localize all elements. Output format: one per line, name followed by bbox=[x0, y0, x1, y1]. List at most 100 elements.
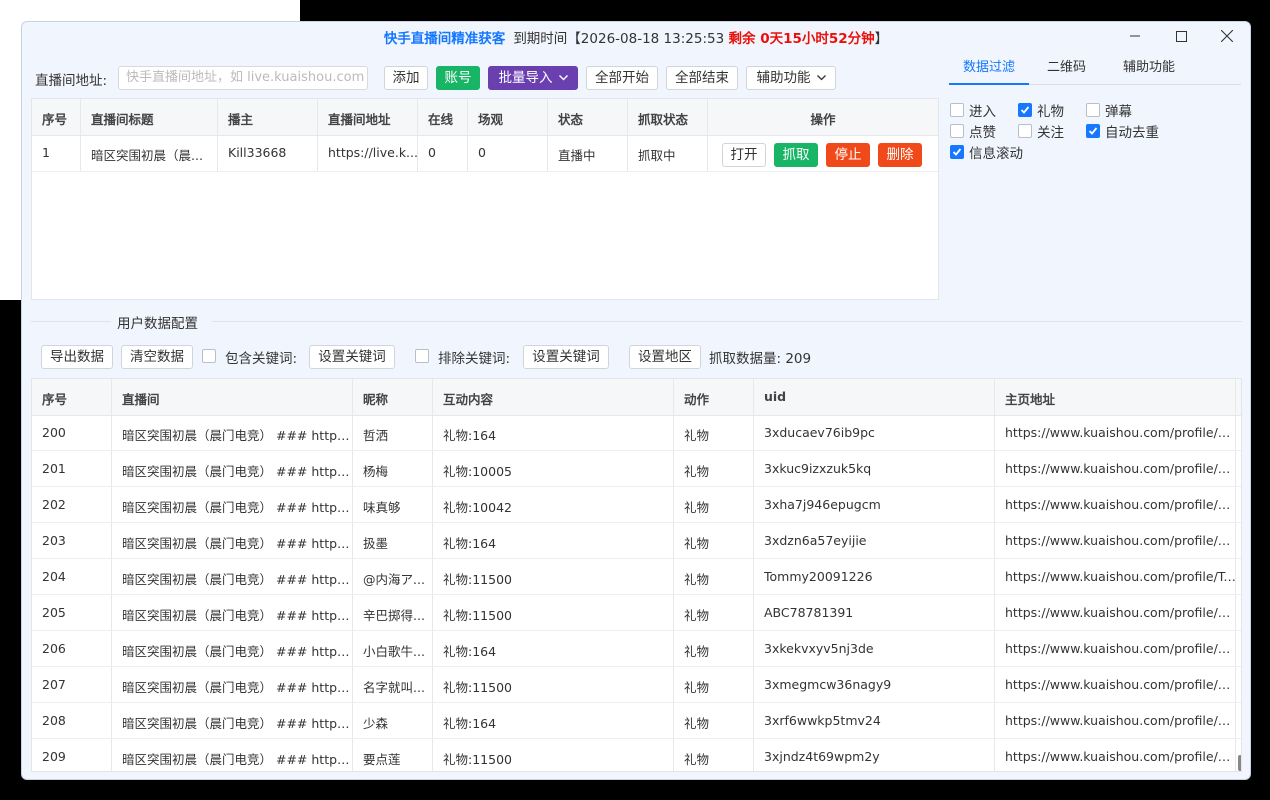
stop-button[interactable]: 停止 bbox=[826, 143, 870, 167]
rooms-table: 序号 直播间标题 播主 直播间地址 在线 场观 状态 抓取状态 操作 1 暗区突… bbox=[31, 98, 939, 300]
row-content: 礼物:10042 bbox=[443, 500, 512, 515]
app-window: 快手直播间精准获客 到期时间【2026-08-18 13:25:53 剩余 0天1… bbox=[21, 21, 1251, 780]
row-content: 礼物:164 bbox=[443, 428, 497, 443]
title-bar[interactable]: 快手直播间精准获客 到期时间【2026-08-18 13:25:53 剩余 0天1… bbox=[22, 22, 1250, 50]
filter-dedup-label: 自动去重 bbox=[1105, 125, 1159, 141]
rooms-col-host: 播主 bbox=[228, 112, 254, 127]
add-button[interactable]: 添加 bbox=[384, 66, 428, 90]
row-divider bbox=[32, 630, 1241, 631]
tab-assist[interactable]: 辅助功能 bbox=[1104, 58, 1194, 83]
maximize-button[interactable] bbox=[1158, 22, 1204, 50]
assist-dropdown[interactable]: 辅助功能 bbox=[746, 66, 836, 90]
room-online: 0 bbox=[428, 145, 436, 160]
row-action: 礼物 bbox=[684, 572, 710, 587]
row-nickname: @内海ア... bbox=[363, 572, 425, 587]
data-col-content: 互动内容 bbox=[443, 392, 494, 407]
clear-data-button[interactable]: 清空数据 bbox=[121, 345, 193, 369]
open-button[interactable]: 打开 bbox=[722, 143, 766, 167]
room-url-input[interactable]: 快手直播间地址，如 live.kuaishou.com bbox=[118, 66, 368, 90]
rooms-col-fetch-status: 抓取状态 bbox=[638, 112, 689, 127]
row-nickname: 辛巴掷得... bbox=[363, 608, 425, 623]
row-profile-url: https://www.kuaishou.com/profile/3xdz... bbox=[1005, 533, 1236, 548]
rooms-col-actions: 操作 bbox=[810, 112, 836, 127]
rooms-col-views: 场观 bbox=[478, 112, 504, 127]
account-button[interactable]: 账号 bbox=[436, 66, 480, 90]
row-index: 203 bbox=[42, 533, 66, 548]
row-profile-url: https://www.kuaishou.com/profile/Tom... bbox=[1005, 569, 1236, 584]
filter-enter-label: 进入 bbox=[969, 104, 996, 120]
filter-gift-checkbox[interactable] bbox=[1018, 103, 1032, 117]
rooms-col-title: 直播间标题 bbox=[91, 112, 154, 127]
check-icon bbox=[1020, 106, 1030, 114]
expiry-close: 】 bbox=[874, 31, 889, 47]
rooms-col-index: 序号 bbox=[42, 112, 68, 127]
room-url-label: 直播间地址: bbox=[35, 73, 108, 89]
filter-dedup-checkbox[interactable] bbox=[1086, 124, 1100, 138]
exclude-keyword-checkbox[interactable] bbox=[415, 349, 429, 363]
row-content: 礼物:164 bbox=[443, 536, 497, 551]
set-exclude-keywords-button[interactable]: 设置关键词 bbox=[523, 345, 609, 369]
filter-scroll-checkbox[interactable] bbox=[950, 145, 964, 159]
rooms-col-divider bbox=[317, 99, 318, 171]
row-action: 礼物 bbox=[684, 608, 710, 623]
data-col-uid: uid bbox=[764, 389, 787, 404]
set-region-button[interactable]: 设置地区 bbox=[629, 345, 701, 369]
row-action: 礼物 bbox=[684, 716, 710, 731]
room-index: 1 bbox=[42, 145, 50, 160]
row-room: 暗区突围初晨（晨门电竞） ### https:/... bbox=[122, 428, 353, 443]
row-nickname: 少森 bbox=[363, 716, 389, 731]
row-index: 201 bbox=[42, 461, 66, 476]
row-room: 暗区突围初晨（晨门电竞） ### https:/... bbox=[122, 500, 353, 515]
row-content: 礼物:11500 bbox=[443, 608, 512, 623]
row-divider bbox=[32, 558, 1241, 559]
tab-qrcode[interactable]: 二维码 bbox=[1034, 58, 1099, 83]
row-profile-url: https://www.kuaishou.com/profile/3xjn... bbox=[1005, 749, 1236, 764]
include-keyword-label: 包含关键词: bbox=[225, 351, 298, 367]
row-action: 礼物 bbox=[684, 536, 710, 551]
filter-like-checkbox[interactable] bbox=[950, 124, 964, 138]
filter-follow-checkbox[interactable] bbox=[1018, 124, 1032, 138]
close-button[interactable] bbox=[1204, 22, 1250, 50]
export-data-button[interactable]: 导出数据 bbox=[41, 345, 113, 369]
filter-like-label: 点赞 bbox=[969, 125, 996, 141]
minimize-button[interactable] bbox=[1112, 22, 1158, 50]
fetch-button[interactable]: 抓取 bbox=[774, 143, 818, 167]
section-divider bbox=[31, 321, 111, 322]
filter-danmu-checkbox[interactable] bbox=[1086, 103, 1100, 117]
delete-button[interactable]: 删除 bbox=[878, 143, 922, 167]
row-room: 暗区突围初晨（晨门电竞） ### https:/... bbox=[122, 716, 353, 731]
start-all-button[interactable]: 全部开始 bbox=[586, 66, 658, 90]
rooms-col-divider bbox=[417, 99, 418, 171]
row-divider bbox=[32, 666, 1241, 667]
table-scrollbar[interactable] bbox=[1238, 755, 1241, 771]
row-index: 207 bbox=[42, 677, 66, 692]
filter-enter-checkbox[interactable] bbox=[950, 103, 964, 117]
filter-scroll-label: 信息滚动 bbox=[969, 146, 1023, 162]
room-host: Kill33668 bbox=[228, 145, 287, 160]
row-divider bbox=[32, 594, 1241, 595]
row-index: 204 bbox=[42, 569, 66, 584]
data-col-index: 序号 bbox=[42, 392, 68, 407]
tab-data-filter[interactable]: 数据过滤 bbox=[949, 58, 1029, 85]
rooms-col-divider bbox=[467, 99, 468, 171]
row-profile-url: https://www.kuaishou.com/profile/3xku... bbox=[1005, 461, 1236, 476]
chevron-down-icon bbox=[558, 75, 568, 81]
row-nickname: 名字就叫... bbox=[363, 680, 425, 695]
row-index: 202 bbox=[42, 497, 66, 512]
data-col-action: 动作 bbox=[684, 392, 710, 407]
fetch-count: 抓取数据量: 209 bbox=[709, 351, 812, 367]
row-nickname: 扱墨 bbox=[363, 536, 389, 551]
app-name: 快手直播间精准获客 bbox=[383, 31, 506, 47]
row-room: 暗区突围初晨（晨门电竞） ### https:/... bbox=[122, 608, 353, 623]
stop-all-button[interactable]: 全部结束 bbox=[666, 66, 738, 90]
section-title: 用户数据配置 bbox=[117, 316, 198, 332]
row-divider bbox=[32, 486, 1241, 487]
check-icon bbox=[1088, 127, 1098, 135]
row-profile-url: https://www.kuaishou.com/profile/ABC... bbox=[1005, 605, 1236, 620]
row-profile-url: https://www.kuaishou.com/profile/3xke... bbox=[1005, 641, 1236, 656]
set-include-keywords-button[interactable]: 设置关键词 bbox=[309, 345, 395, 369]
batch-import-label: 批量导入 bbox=[498, 70, 553, 86]
include-keyword-checkbox[interactable] bbox=[202, 349, 216, 363]
batch-import-button[interactable]: 批量导入 bbox=[488, 66, 578, 90]
rooms-col-online: 在线 bbox=[428, 112, 454, 127]
